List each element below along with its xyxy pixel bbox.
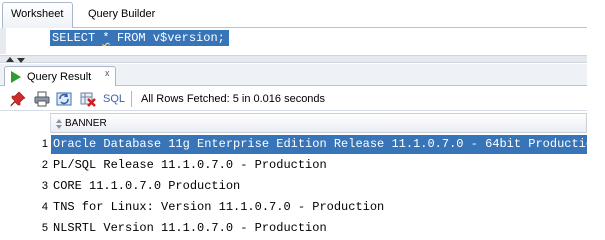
sql-text-before: SELECT (52, 31, 103, 45)
row-number: 4 (41, 201, 48, 213)
grid-header: BANNER (0, 113, 605, 133)
tab-worksheet-label: Worksheet (11, 8, 64, 20)
close-icon[interactable]: x (105, 68, 110, 78)
table-row[interactable]: 1 Oracle Database 11g Enterprise Edition… (0, 134, 605, 155)
banner-cell[interactable]: TNS for Linux: Version 11.1.0.7.0 - Prod… (51, 198, 587, 217)
tab-query-builder[interactable]: Query Builder (88, 8, 155, 20)
pin-icon[interactable] (10, 91, 26, 107)
sql-star: * (102, 31, 110, 45)
column-header-banner[interactable]: BANNER (51, 113, 587, 133)
column-header-label: BANNER (65, 118, 107, 129)
sql-button[interactable]: SQL (103, 93, 125, 105)
table-row[interactable]: 5 NLSRTL Version 11.1.0.7.0 - Production (0, 218, 605, 239)
tab-worksheet[interactable]: Worksheet (2, 2, 73, 28)
collapse-down-icon[interactable] (17, 58, 25, 63)
tab-query-builder-label: Query Builder (88, 8, 156, 20)
sql-text-after: FROM v$version; (109, 31, 225, 45)
run-icon (11, 71, 21, 83)
toolbar-separator (131, 91, 132, 107)
table-row[interactable]: 2 PL/SQL Release 11.1.0.7.0 - Production (0, 155, 605, 176)
fetch-status: All Rows Fetched: 5 in 0.016 seconds (141, 93, 326, 105)
row-number: 5 (41, 222, 48, 234)
delete-icon[interactable] (80, 91, 96, 107)
row-number-header (0, 113, 51, 133)
sql-editor[interactable]: SELECT * FROM v$version; (0, 28, 605, 54)
result-grid[interactable]: BANNER 1 Oracle Database 11g Enterprise … (0, 113, 605, 240)
collapse-up-icon[interactable] (6, 57, 14, 62)
banner-cell[interactable]: NLSRTL Version 11.1.0.7.0 - Production (51, 219, 587, 238)
refresh-icon[interactable] (56, 91, 72, 107)
sort-icon[interactable] (56, 118, 62, 130)
row-number: 3 (41, 180, 48, 192)
print-icon[interactable] (34, 91, 50, 107)
sql-statement[interactable]: SELECT * FROM v$version; (50, 30, 229, 46)
document-tab-bar: Worksheet Query Builder (0, 0, 605, 28)
banner-cell[interactable]: Oracle Database 11g Enterprise Edition R… (51, 135, 587, 154)
row-number: 1 (41, 138, 48, 150)
result-tab-bar: Query Result x (0, 64, 605, 86)
result-toolbar: SQL All Rows Fetched: 5 in 0.016 seconds (0, 87, 605, 111)
banner-cell[interactable]: CORE 11.1.0.7.0 Production (51, 177, 587, 196)
tab-query-result-label: Query Result (27, 71, 92, 83)
tab-query-result[interactable]: Query Result x (4, 66, 116, 86)
row-number: 2 (41, 159, 48, 171)
table-row[interactable]: 3 CORE 11.1.0.7.0 Production (0, 176, 605, 197)
table-row[interactable]: 4 TNS for Linux: Version 11.1.0.7.0 - Pr… (0, 197, 605, 218)
banner-cell[interactable]: PL/SQL Release 11.1.0.7.0 - Production (51, 156, 587, 175)
panel-splitter[interactable] (0, 55, 605, 63)
right-panel-edge (587, 0, 605, 240)
